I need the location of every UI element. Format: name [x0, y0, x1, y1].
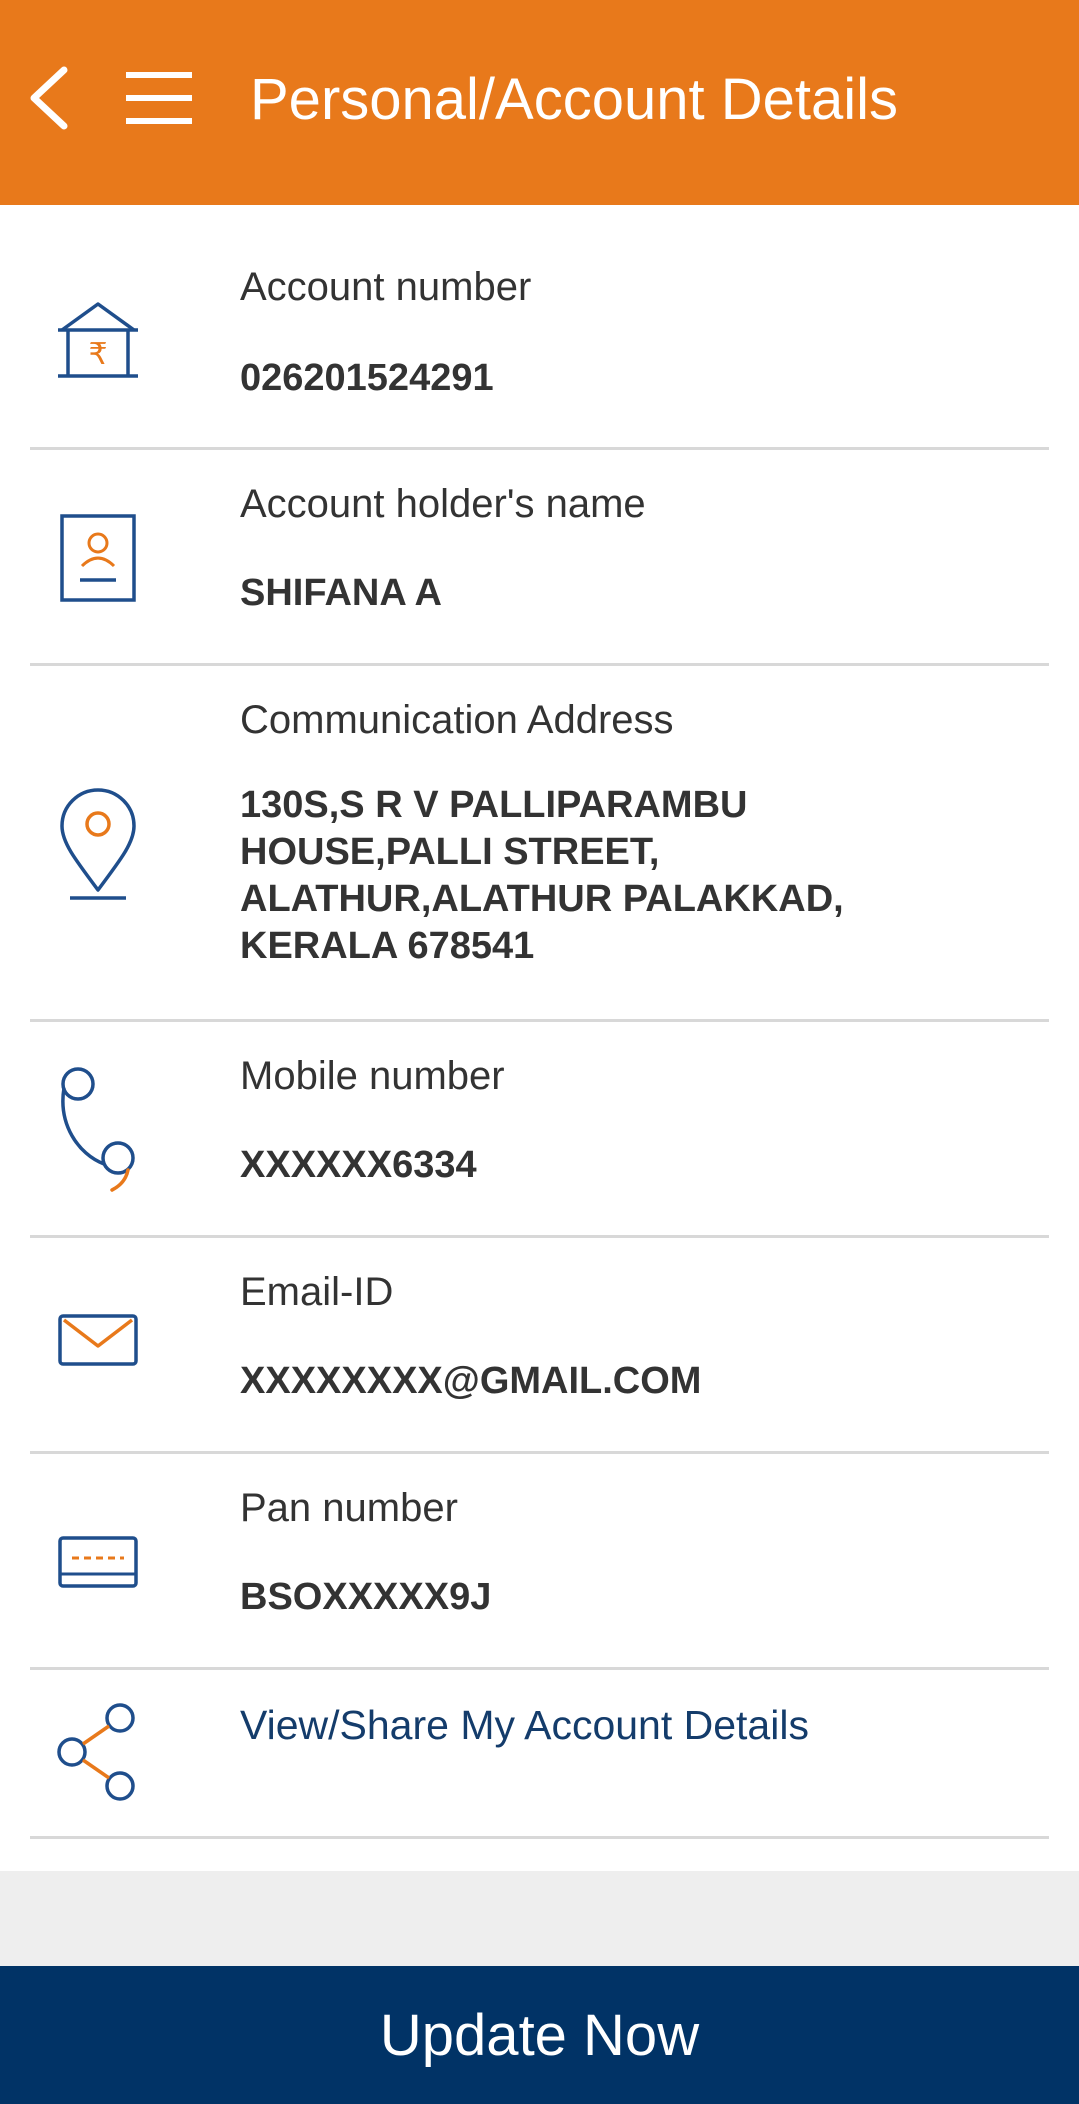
account-number-label: Account number — [240, 265, 532, 309]
update-now-button[interactable]: Update Now — [0, 1966, 1079, 2104]
page-title: Personal/Account Details — [250, 67, 898, 132]
bank-rupee-icon: ₹ — [58, 302, 138, 378]
chevron-left-icon[interactable] — [20, 62, 80, 134]
account-number-value: 026201524291 — [240, 357, 494, 399]
id-card-icon — [60, 514, 136, 602]
email-value: XXXXXXXX@GMAIL.COM — [240, 1360, 702, 1402]
detail-row-account-number: ₹ Account number 026201524291 — [30, 205, 1049, 450]
share-account-details-row[interactable]: View/Share My Account Details — [30, 1670, 1049, 1839]
detail-row-pan: Pan number BSOXXXXX9J — [30, 1454, 1049, 1670]
holder-name-value: SHIFANA A — [240, 572, 442, 614]
detail-row-holder-name: Account holder's name SHIFANA A — [30, 450, 1049, 666]
address-line-2: HOUSE,PALLI STREET, — [240, 831, 660, 873]
location-pin-icon — [60, 788, 136, 900]
mobile-value: XXXXXX6334 — [240, 1144, 477, 1186]
card-icon — [58, 1536, 138, 1588]
share-account-details-link[interactable]: View/Share My Account Details — [240, 1702, 809, 1749]
app-header: Personal/Account Details — [0, 0, 1079, 205]
hamburger-menu-icon[interactable] — [124, 70, 194, 126]
detail-row-address: Communication Address 130S,S R V PALLIPA… — [30, 666, 1049, 1022]
address-line-1: 130S,S R V PALLIPARAMBU — [240, 784, 748, 826]
address-line-3: ALATHUR,ALATHUR PALAKKAD, — [240, 878, 844, 920]
content-spacer — [0, 1871, 1079, 1966]
address-label: Communication Address — [240, 698, 674, 742]
holder-name-label: Account holder's name — [240, 482, 646, 526]
share-icon — [57, 1703, 135, 1801]
envelope-icon — [58, 1314, 138, 1366]
pan-value: BSOXXXXX9J — [240, 1576, 492, 1618]
details-list: ₹ Account number 026201524291 Account ho… — [0, 205, 1079, 1871]
email-label: Email-ID — [240, 1270, 394, 1314]
mobile-label: Mobile number — [240, 1054, 505, 1098]
pan-label: Pan number — [240, 1486, 458, 1530]
svg-text:₹: ₹ — [88, 337, 107, 372]
address-line-4: KERALA 678541 — [240, 925, 535, 967]
detail-row-email: Email-ID XXXXXXXX@GMAIL.COM — [30, 1238, 1049, 1454]
detail-row-mobile: Mobile number XXXXXX6334 — [30, 1022, 1049, 1238]
phone-icon — [61, 1067, 135, 1192]
